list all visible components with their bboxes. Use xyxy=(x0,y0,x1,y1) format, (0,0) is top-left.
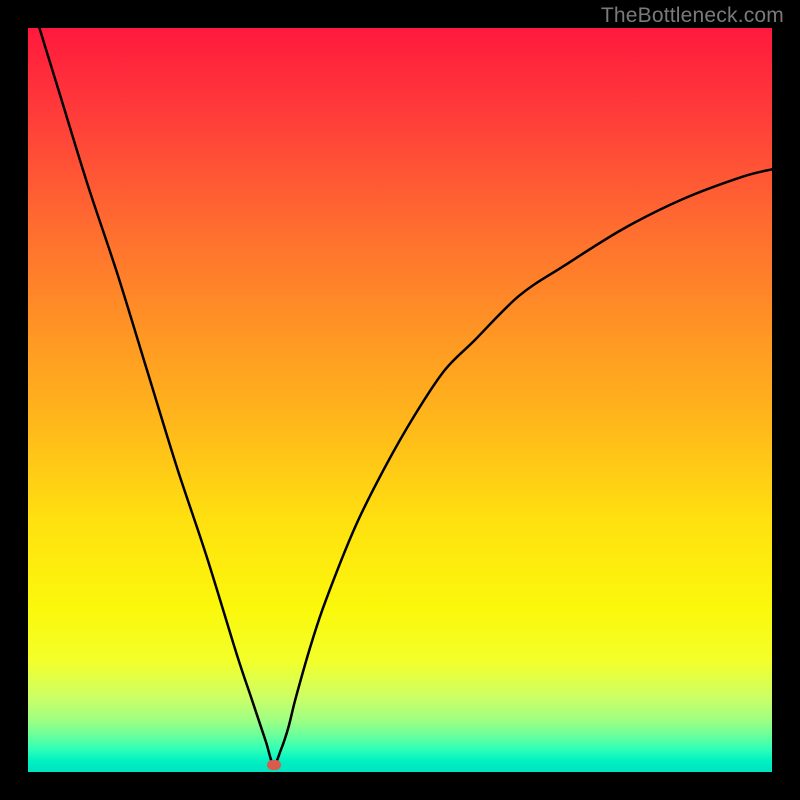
chart-frame: TheBottleneck.com xyxy=(0,0,800,800)
plot-area xyxy=(28,28,772,772)
watermark-text: TheBottleneck.com xyxy=(601,4,784,28)
minimum-marker xyxy=(267,760,281,770)
bottleneck-curve xyxy=(28,28,772,772)
